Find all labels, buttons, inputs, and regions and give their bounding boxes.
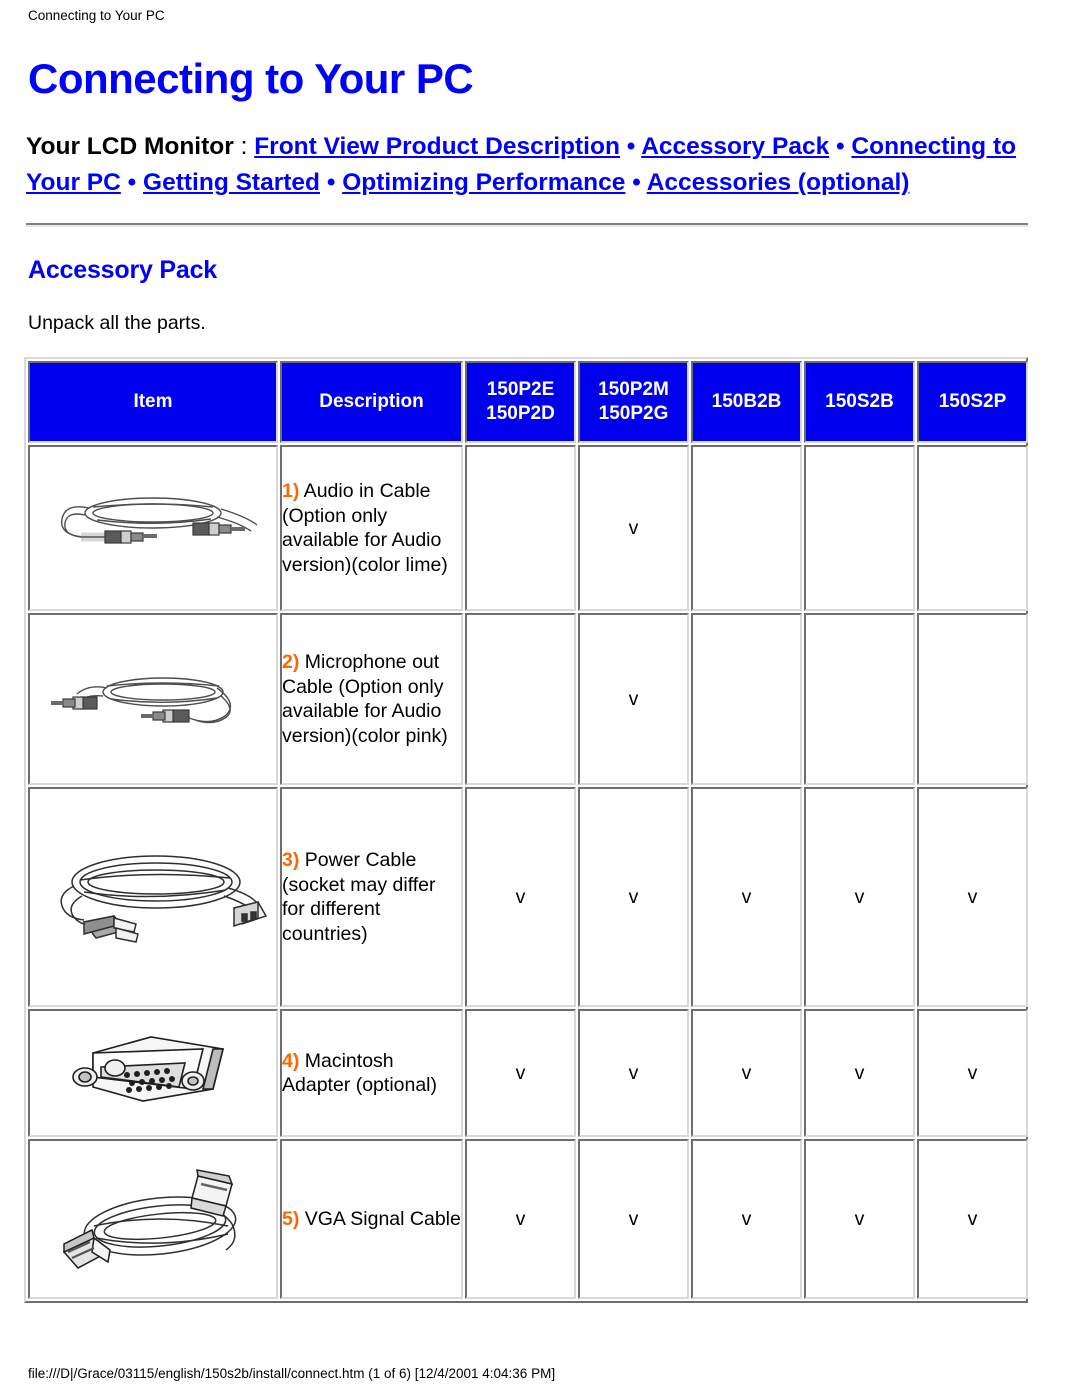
nav-link-front-view-product-description[interactable]: Front View Product Description <box>254 133 620 160</box>
table-header-item: Item <box>28 361 278 443</box>
document-page: Connecting to Your PC Connecting to Your… <box>0 0 1080 1397</box>
item-description-text: Macintosh Adapter (optional) <box>282 1049 438 1097</box>
item-description-text: Audio in Cable (Option only available fo… <box>282 480 448 576</box>
check-150p2e-150p2d: v <box>465 787 576 1007</box>
footer-path: file:///D|/Grace/03115/english/150s2b/in… <box>28 1366 556 1381</box>
check-150s2b: v <box>804 787 915 1007</box>
header-model2-line2: 150P2G <box>598 403 669 424</box>
nav-colon: : <box>233 133 255 160</box>
check-150s2b <box>804 613 915 785</box>
check-150s2p: v <box>917 1139 1028 1299</box>
page-title: Connecting to Your PC <box>28 55 474 102</box>
check-150p2m-150p2g: v <box>578 1139 689 1299</box>
main-content: Connecting to Your PC Your LCD Monitor :… <box>24 55 1032 1303</box>
section-title: Accessory Pack <box>28 256 218 284</box>
accessory-pack-table: Item Description 150P2E 150P2D 150P2M 15… <box>26 359 1030 1301</box>
check-150s2p <box>917 445 1028 611</box>
nav-separator-2: • <box>829 133 852 160</box>
table-row: 4) Macintosh Adapter (optional) v v v v … <box>28 1009 1028 1137</box>
nav-separator-4: • <box>320 169 343 196</box>
nav-separator-5: • <box>625 169 647 196</box>
microphone-out-cable-image <box>28 613 278 785</box>
table-cell-description: 4) Macintosh Adapter (optional) <box>280 1009 463 1137</box>
item-description-text: Microphone out Cable (Option only availa… <box>282 651 448 747</box>
header-model1-line2: 150P2D <box>486 403 555 424</box>
nav-link-accessory-pack[interactable]: Accessory Pack <box>641 133 829 160</box>
vga-signal-cable-image <box>28 1139 278 1299</box>
check-150p2m-150p2g: v <box>578 787 689 1007</box>
check-150s2p <box>917 613 1028 785</box>
check-150b2b: v <box>691 1009 802 1137</box>
table-cell-description: 2) Microphone out Cable (Option only ava… <box>280 613 463 785</box>
item-number: 5) <box>282 1207 300 1230</box>
check-150b2b: v <box>691 1139 802 1299</box>
check-150p2e-150p2d <box>465 445 576 611</box>
item-number: 1) <box>282 480 300 502</box>
item-description-text: Power Cable (socket may differ for diffe… <box>282 849 436 945</box>
nav-separator-3: • <box>120 169 144 196</box>
item-description-text: VGA Signal Cable <box>299 1207 461 1230</box>
table-header-description: Description <box>280 361 463 443</box>
accessory-pack-table-wrapper: Item Description 150P2E 150P2D 150P2M 15… <box>24 357 1028 1303</box>
table-header-model-150s2p: 150S2P <box>917 361 1028 443</box>
nav-link-optimizing-performance[interactable]: Optimizing Performance <box>342 169 625 196</box>
macintosh-adapter-image <box>28 1009 278 1137</box>
check-150p2e-150p2d: v <box>465 1139 576 1299</box>
check-150s2p: v <box>917 1009 1028 1137</box>
check-150p2e-150p2d <box>465 613 576 785</box>
section-lead-text: Unpack all the parts. <box>28 312 206 334</box>
table-row: 5) VGA Signal Cable v v v v v <box>28 1139 1028 1299</box>
table-row: 1) Audio in Cable (Option only available… <box>28 445 1028 611</box>
item-number: 3) <box>282 849 300 871</box>
item-number: 4) <box>282 1049 300 1072</box>
check-150p2e-150p2d: v <box>465 1009 576 1137</box>
check-150p2m-150p2g: v <box>578 613 689 785</box>
check-150s2p: v <box>917 787 1028 1007</box>
check-150b2b: v <box>691 787 802 1007</box>
table-cell-description: 5) VGA Signal Cable <box>280 1139 463 1299</box>
table-header-model-150s2b: 150S2B <box>804 361 915 443</box>
horizontal-rule <box>26 223 1028 227</box>
check-150s2b: v <box>804 1139 915 1299</box>
header-model2-line1: 150P2M <box>598 379 669 400</box>
audio-in-cable-image <box>28 445 278 611</box>
breadcrumb-nav: Your LCD Monitor : Front View Product De… <box>26 129 1032 201</box>
header-model1-line1: 150P2E <box>486 379 555 400</box>
nav-separator-1: • <box>619 133 642 160</box>
running-header: Connecting to Your PC <box>28 8 165 23</box>
item-number: 2) <box>282 651 300 673</box>
table-header-model-150p2m-150p2g: 150P2M 150P2G <box>578 361 689 443</box>
table-header-model-150p2e-150p2d: 150P2E 150P2D <box>465 361 576 443</box>
check-150s2b: v <box>804 1009 915 1137</box>
nav-link-accessories-optional[interactable]: Accessories (optional) <box>647 169 910 196</box>
table-row: 2) Microphone out Cable (Option only ava… <box>28 613 1028 785</box>
table-header-model-150b2b: 150B2B <box>691 361 802 443</box>
nav-link-getting-started[interactable]: Getting Started <box>143 169 320 196</box>
table-row: 3) Power Cable (socket may differ for di… <box>28 787 1028 1007</box>
table-cell-description: 1) Audio in Cable (Option only available… <box>280 445 463 611</box>
table-cell-description: 3) Power Cable (socket may differ for di… <box>280 787 463 1007</box>
check-150s2b <box>804 445 915 611</box>
nav-lead-label: Your LCD Monitor <box>26 133 234 160</box>
check-150b2b <box>691 613 802 785</box>
check-150p2m-150p2g: v <box>578 1009 689 1137</box>
table-header-row: Item Description 150P2E 150P2D 150P2M 15… <box>28 361 1028 443</box>
check-150p2m-150p2g: v <box>578 445 689 611</box>
check-150b2b <box>691 445 802 611</box>
power-cable-image <box>28 787 278 1007</box>
